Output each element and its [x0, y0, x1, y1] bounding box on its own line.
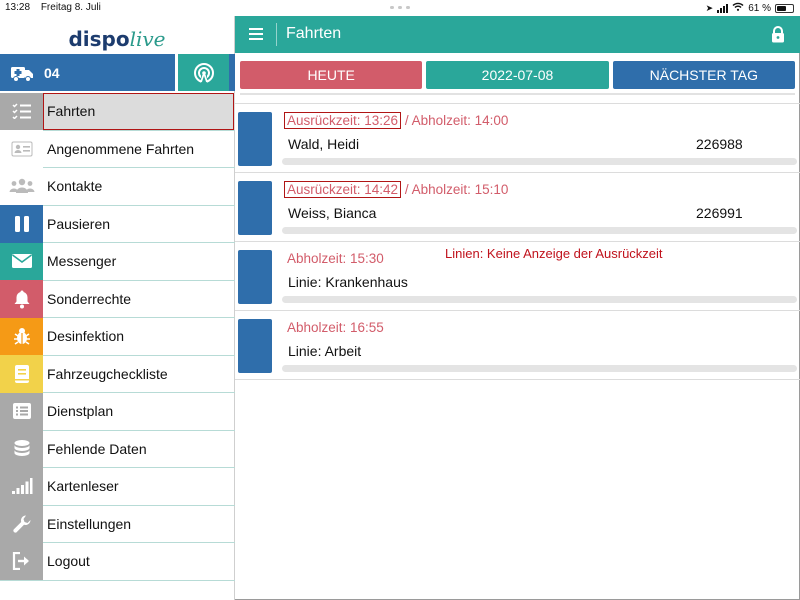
sidebar-item-einstellungen[interactable]: Einstellungen: [0, 505, 235, 543]
radio-button[interactable]: [178, 54, 229, 91]
pickup-time: Abholzeit: 16:55: [287, 320, 384, 335]
line-name: Linie: Arbeit: [288, 343, 362, 359]
patient-name: Weiss, Bianca: [288, 205, 377, 221]
trip-number: 226991: [696, 205, 743, 221]
line-name: Linie: Krankenhaus: [288, 274, 408, 290]
sidebar-item-logout[interactable]: Logout: [0, 542, 235, 581]
envelope-icon: [0, 242, 43, 280]
location-icon: ➤: [705, 2, 714, 13]
multitask-dots[interactable]: [390, 6, 410, 9]
trip-progress-bar: [282, 365, 797, 372]
page-title: Fahrten: [286, 25, 342, 42]
sidebar-item-label: Fahrzeugcheckliste: [47, 365, 168, 382]
signal-icon: [0, 467, 43, 505]
sidebar-item-dienstplan[interactable]: Dienstplan: [0, 392, 235, 431]
sidebar-item-messenger[interactable]: Messenger: [0, 242, 235, 281]
trip-times: Abholzeit: 16:55: [287, 320, 384, 335]
trip-list: Ausrückzeit: 13:26 / Abholzeit: 14:00 Wa…: [235, 103, 800, 380]
status-date: Freitag 8. Juli: [40, 2, 101, 13]
trip-status-stripe: [238, 112, 272, 166]
app-logo: dispolive: [68, 27, 166, 51]
trip-times: Ausrückzeit: 14:42 / Abholzeit: 15:10: [284, 181, 509, 198]
departure-time: Ausrückzeit: 13:26: [284, 112, 402, 129]
trip-times: Abholzeit: 15:30: [287, 251, 384, 266]
tab-today[interactable]: HEUTE: [240, 61, 423, 89]
sidebar-item-fahrten[interactable]: Fahrten: [0, 92, 235, 131]
sidebar-menu: Fahrten Angenommene Fahrten Kontakte Pau…: [0, 92, 235, 581]
trip-status-stripe: [238, 250, 272, 304]
list-icon: [0, 392, 43, 430]
sidebar-item-angenommene-fahrten[interactable]: Angenommene Fahrten: [0, 130, 235, 168]
trip-card[interactable]: Ausrückzeit: 14:42 / Abholzeit: 15:10 We…: [235, 172, 800, 241]
trip-status-stripe: [238, 181, 272, 235]
battery-percent: 61 %: [748, 2, 771, 14]
unit-button[interactable]: 04: [0, 54, 175, 91]
ambulance-icon: [11, 66, 33, 82]
pickup-time: / Abholzeit: 15:10: [401, 182, 509, 197]
sidebar-item-label: Logout: [47, 553, 90, 570]
top-bar: Fahrten: [235, 16, 800, 53]
sidebar-item-label: Kartenleser: [47, 478, 119, 495]
annotation-note: Linien: Keine Anzeige der Ausrückzeit: [445, 246, 663, 261]
wrench-icon: [0, 505, 43, 543]
cell-signal-icon: [717, 3, 729, 13]
pickup-time: / Abholzeit: 14:00: [401, 113, 509, 128]
sidebar-item-desinfektion[interactable]: Desinfektion: [0, 317, 235, 356]
sidebar-item-label: Sonderrechte: [47, 290, 132, 307]
date-tabs: HEUTE 2022-07-08 NÄCHSTER TAG: [240, 61, 795, 89]
trip-status-stripe: [238, 319, 272, 373]
trip-progress-bar: [282, 158, 797, 165]
pickup-time: Abholzeit: 15:30: [287, 251, 384, 266]
sidebar-item-label: Angenommene Fahrten: [47, 140, 195, 157]
bug-icon: [0, 317, 43, 355]
lock-icon[interactable]: [771, 26, 785, 48]
database-icon: [0, 430, 43, 468]
wifi-icon: [732, 2, 744, 14]
sidebar-item-label: Messenger: [47, 253, 117, 270]
trip-number: 226988: [696, 136, 743, 152]
sidebar-item-sonderrechte[interactable]: Sonderrechte: [0, 280, 235, 318]
sidebar-item-label: Desinfektion: [47, 328, 125, 345]
contacts-icon: [0, 167, 43, 205]
pause-icon: [0, 205, 43, 243]
logout-icon: [0, 542, 43, 580]
divider: [240, 93, 795, 103]
trip-card[interactable]: Abholzeit: 15:30 Linien: Keine Anzeige d…: [235, 241, 800, 310]
radio-signal-icon: [193, 62, 214, 84]
sidebar-item-kartenleser[interactable]: Kartenleser: [0, 467, 235, 506]
sidebar-item-label: Fehlende Daten: [47, 440, 147, 457]
trip-times: Ausrückzeit: 13:26 / Abholzeit: 14:00: [284, 112, 509, 129]
bell-icon: [0, 280, 43, 318]
sidebar-item-fahrzeugcheckliste[interactable]: Fahrzeugcheckliste: [0, 355, 235, 393]
hamburger-menu-icon[interactable]: [249, 28, 263, 43]
trip-progress-bar: [282, 227, 797, 234]
sidebar-item-label: Einstellungen: [47, 515, 132, 532]
sidebar-item-label: Dienstplan: [47, 403, 114, 420]
departure-time: Ausrückzeit: 14:42: [284, 181, 402, 198]
sidebar-item-kontakte[interactable]: Kontakte: [0, 167, 235, 206]
status-time: 13:28: [5, 2, 31, 13]
sidebar-item-label: Pausieren: [47, 215, 111, 232]
tab-next-day[interactable]: NÄCHSTER TAG: [612, 61, 795, 89]
trip-card[interactable]: Ausrückzeit: 13:26 / Abholzeit: 14:00 Wa…: [235, 103, 800, 172]
status-bar: 13:28 Freitag 8. Juli ➤ 61 %: [0, 0, 800, 16]
unit-bar: 04: [0, 54, 235, 91]
trip-progress-bar: [282, 296, 797, 303]
tab-date[interactable]: 2022-07-08: [426, 61, 609, 89]
sidebar: dispolive 04 Fahrten Angenommene Fahrten…: [0, 16, 235, 600]
sidebar-item-pausieren[interactable]: Pausieren: [0, 205, 235, 243]
id-card-icon: [0, 130, 43, 168]
unit-number: 04: [44, 64, 60, 81]
trip-card[interactable]: Abholzeit: 16:55 Linie: Arbeit: [235, 310, 800, 379]
sidebar-item-fehlende-daten[interactable]: Fehlende Daten: [0, 430, 235, 468]
battery-icon: [775, 3, 794, 13]
sidebar-item-label: Kontakte: [47, 178, 103, 195]
patient-name: Wald, Heidi: [288, 136, 360, 152]
list-check-icon: [0, 92, 43, 130]
book-icon: [0, 355, 43, 393]
